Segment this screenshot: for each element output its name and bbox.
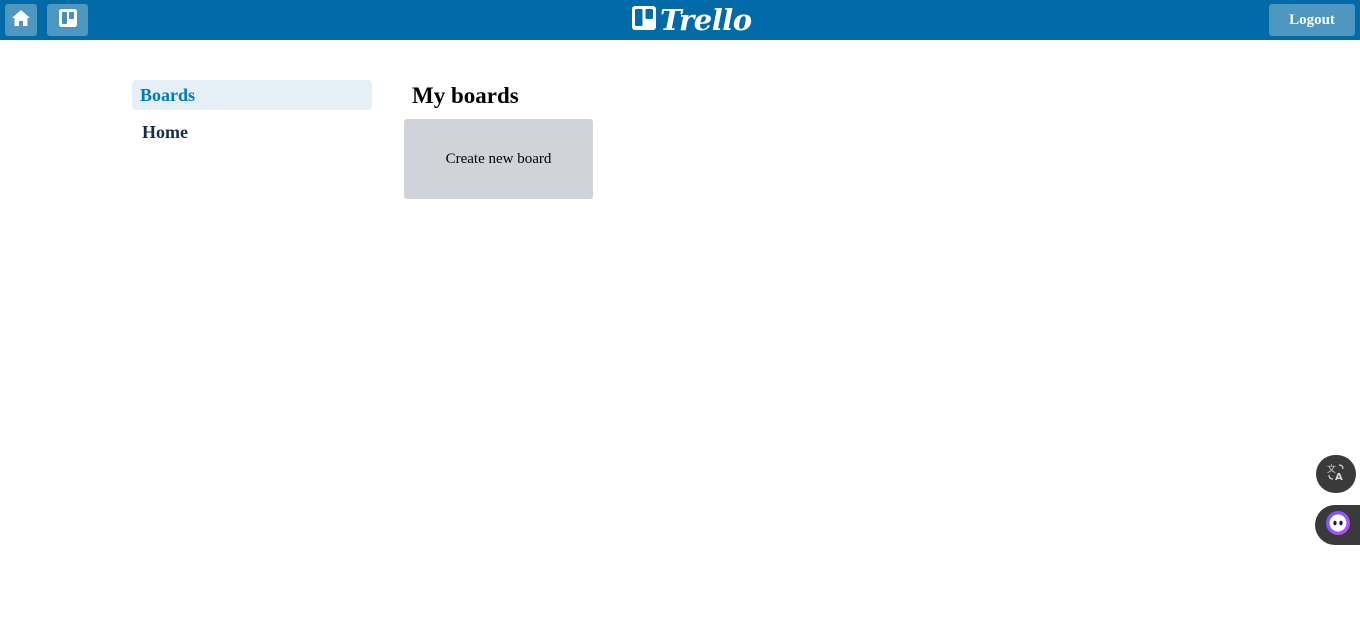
translate-button[interactable]: 文 A [1316,455,1356,493]
boards-icon [58,8,78,33]
sidebar-item-home[interactable]: Home [132,117,372,147]
assistant-button[interactable] [1315,505,1360,545]
home-icon [11,9,31,32]
trello-logo[interactable]: Trello [632,3,752,37]
sidebar: Boards Home [132,80,372,147]
page-title: My boards [412,83,519,108]
translate-icon: 文 A [1326,462,1346,487]
home-button[interactable] [5,4,37,36]
logout-button[interactable]: Logout [1269,4,1355,36]
svg-text:A: A [1335,472,1343,482]
trello-logo-icon [632,5,656,35]
top-navbar: Trello Logout [0,0,1360,40]
boards-button[interactable] [47,4,88,36]
assistant-icon [1325,510,1351,541]
sidebar-item-boards[interactable]: Boards [132,80,372,110]
create-new-board-button[interactable]: Create new board [404,119,593,199]
logo-text: Trello [660,3,752,37]
